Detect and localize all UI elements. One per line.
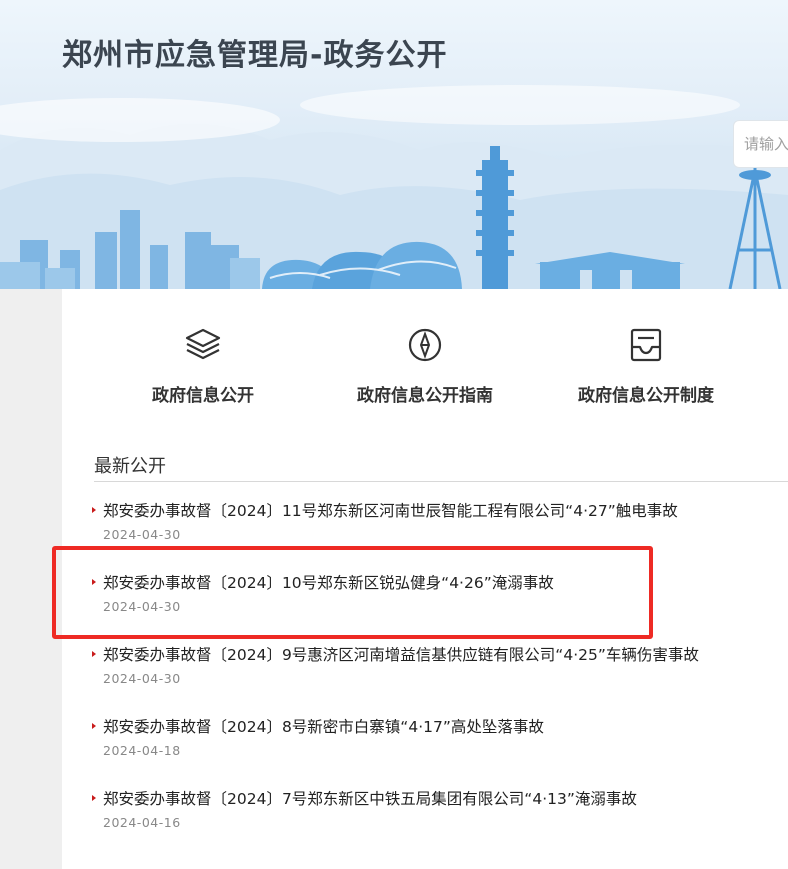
news-date: 2024-04-18	[103, 743, 181, 758]
main-content: 政府信息公开 政府信息公开指南 政府信息公开制度 最新公开 郑安委办事故督〔20…	[62, 289, 788, 869]
layers-icon	[185, 328, 221, 360]
news-title-link[interactable]: 郑安委办事故督〔2024〕9号惠济区河南增益信基供应链有限公司“4·25”车辆伤…	[103, 643, 699, 665]
news-item[interactable]: 郑安委办事故督〔2024〕11号郑东新区河南世辰智能工程有限公司“4·27”触电…	[92, 499, 788, 571]
latest-news-list: 郑安委办事故督〔2024〕11号郑东新区河南世辰智能工程有限公司“4·27”触电…	[92, 499, 788, 859]
bullet-icon	[92, 507, 96, 513]
news-item[interactable]: 郑安委办事故督〔2024〕9号惠济区河南增益信基供应链有限公司“4·25”车辆伤…	[92, 643, 788, 715]
news-title-link[interactable]: 郑安委办事故督〔2024〕8号新密市白寨镇“4·17”高处坠落事故	[103, 715, 544, 737]
news-item[interactable]: 郑安委办事故督〔2024〕10号郑东新区锐弘健身“4·26”淹溺事故 2024-…	[92, 571, 788, 643]
site-title: 郑州市应急管理局-政务公开	[62, 38, 448, 73]
news-item[interactable]: 郑安委办事故督〔2024〕8号新密市白寨镇“4·17”高处坠落事故 2024-0…	[92, 715, 788, 787]
document-tray-icon	[630, 328, 662, 362]
news-date: 2024-04-30	[103, 671, 181, 686]
quick-link-disclosure-system[interactable]: 政府信息公开制度	[546, 325, 746, 406]
news-title-link[interactable]: 郑安委办事故督〔2024〕11号郑东新区河南世辰智能工程有限公司“4·27”触电…	[103, 499, 678, 521]
news-title-link[interactable]: 郑安委办事故督〔2024〕10号郑东新区锐弘健身“4·26”淹溺事故	[103, 571, 554, 593]
news-title-link[interactable]: 郑安委办事故督〔2024〕7号郑东新区中铁五局集团有限公司“4·13”淹溺事故	[103, 787, 637, 809]
news-date: 2024-04-30	[103, 599, 181, 614]
quick-link-label: 政府信息公开指南	[357, 386, 493, 406]
quick-link-disclosure-guide[interactable]: 政府信息公开指南	[325, 325, 525, 406]
quick-link-label: 政府信息公开	[152, 386, 254, 406]
bullet-icon	[92, 579, 96, 585]
search-input[interactable]	[744, 133, 788, 155]
bullet-icon	[92, 723, 96, 729]
bullet-icon	[92, 795, 96, 801]
quick-link-info-disclosure[interactable]: 政府信息公开	[103, 325, 303, 406]
news-item[interactable]: 郑安委办事故督〔2024〕7号郑东新区中铁五局集团有限公司“4·13”淹溺事故 …	[92, 787, 788, 859]
search-box[interactable]	[733, 120, 788, 168]
bullet-icon	[92, 651, 96, 657]
quick-link-label: 政府信息公开制度	[578, 386, 714, 406]
section-divider	[94, 481, 788, 482]
header-banner: 郑州市应急管理局-政务公开	[0, 0, 788, 289]
compass-icon	[408, 328, 442, 362]
section-title-latest: 最新公开	[94, 456, 166, 477]
news-date: 2024-04-30	[103, 527, 181, 542]
news-date: 2024-04-16	[103, 815, 181, 830]
